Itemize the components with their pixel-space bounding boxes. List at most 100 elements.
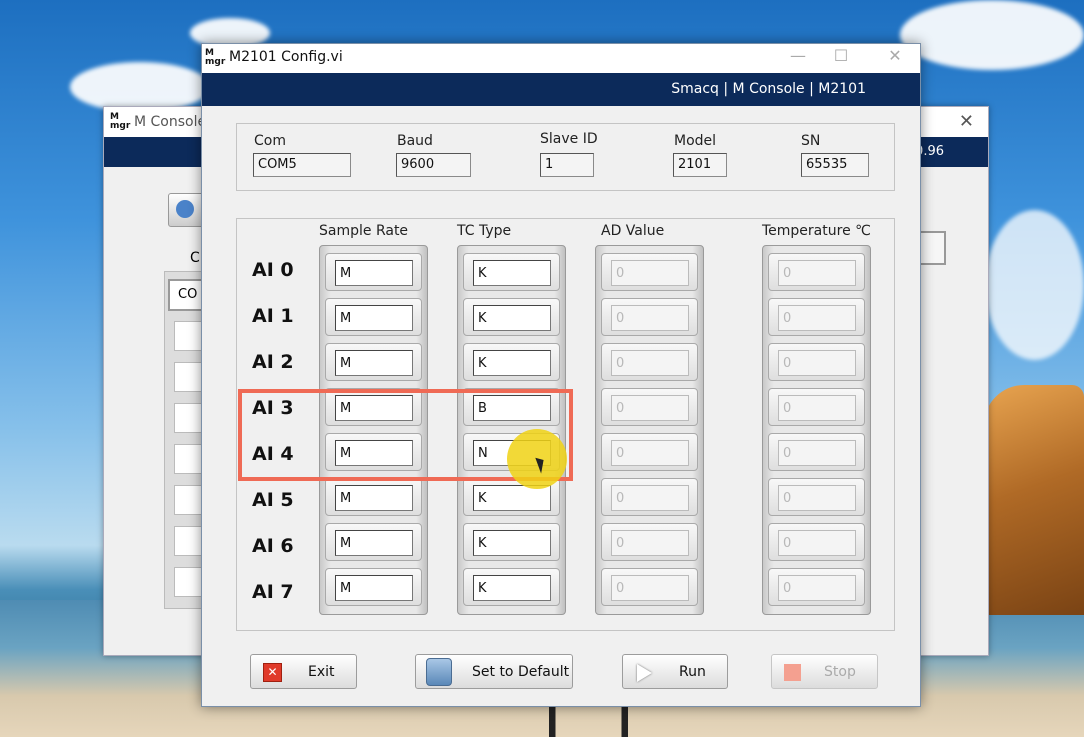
bg-window-title: M Console bbox=[134, 114, 207, 130]
tc-type-cell bbox=[463, 253, 560, 291]
bg-side-box[interactable] bbox=[918, 231, 946, 265]
bg-com-label: C bbox=[190, 250, 200, 266]
temperature-field[interactable] bbox=[778, 485, 856, 511]
ad-value-cell bbox=[601, 433, 698, 471]
app-logo-icon: Mmgr bbox=[110, 112, 131, 131]
model-field[interactable]: 2101 bbox=[673, 153, 727, 177]
tc-type-field[interactable] bbox=[473, 575, 551, 601]
sample-rate-cell bbox=[325, 478, 422, 516]
temperature-field[interactable] bbox=[778, 305, 856, 331]
ad-value-cell bbox=[601, 568, 698, 606]
stop-label: Stop bbox=[824, 664, 856, 680]
model-label: Model bbox=[674, 133, 717, 149]
ad-value-field[interactable] bbox=[611, 485, 689, 511]
sample-rate-header: Sample Rate bbox=[319, 223, 409, 239]
temperature-cell bbox=[768, 568, 865, 606]
temperature-cell bbox=[768, 298, 865, 336]
channel-label: AI 7 bbox=[252, 581, 294, 603]
temperature-field[interactable] bbox=[778, 530, 856, 556]
sample-rate-field[interactable] bbox=[335, 485, 413, 511]
run-icon bbox=[637, 664, 652, 682]
channel-label: AI 6 bbox=[252, 535, 294, 557]
minimize-icon[interactable]: — bbox=[783, 46, 813, 65]
sample-rate-field[interactable] bbox=[335, 575, 413, 601]
sample-rate-field[interactable] bbox=[335, 530, 413, 556]
cloud bbox=[70, 62, 210, 112]
sample-rate-cell bbox=[325, 343, 422, 381]
ad-value-panel bbox=[595, 245, 704, 615]
sample-rate-cell bbox=[325, 523, 422, 561]
sn-label: SN bbox=[801, 133, 821, 149]
exit-button[interactable]: ✕ Exit bbox=[250, 654, 357, 689]
ad-value-field[interactable] bbox=[611, 440, 689, 466]
title-bar[interactable]: Mmgr M2101 Config.vi — ☐ ✕ bbox=[202, 44, 920, 73]
baud-field[interactable]: 9600 bbox=[396, 153, 471, 177]
stop-button[interactable]: Stop bbox=[771, 654, 878, 689]
refresh-button[interactable] bbox=[168, 193, 204, 227]
sn-field[interactable]: 65535 bbox=[801, 153, 869, 177]
ad-value-cell bbox=[601, 478, 698, 516]
channel-label: AI 5 bbox=[252, 489, 294, 511]
ad-value-cell bbox=[601, 343, 698, 381]
slave-id-field[interactable]: 1 bbox=[540, 153, 594, 177]
temperature-cell bbox=[768, 343, 865, 381]
temperature-field[interactable] bbox=[778, 440, 856, 466]
tc-type-header: TC Type bbox=[457, 223, 512, 239]
sample-rate-field[interactable] bbox=[335, 260, 413, 286]
tc-type-field[interactable] bbox=[473, 530, 551, 556]
tc-type-cell bbox=[463, 343, 560, 381]
baud-label: Baud bbox=[397, 133, 433, 149]
maximize-icon[interactable]: ☐ bbox=[826, 46, 856, 65]
ad-value-header: AD Value bbox=[601, 223, 665, 239]
temperature-cell bbox=[768, 523, 865, 561]
com-label: Com bbox=[254, 133, 286, 149]
ad-value-field[interactable] bbox=[611, 395, 689, 421]
tc-type-field[interactable] bbox=[473, 305, 551, 331]
ad-value-cell bbox=[601, 523, 698, 561]
tc-type-field[interactable] bbox=[473, 260, 551, 286]
ad-value-field[interactable] bbox=[611, 260, 689, 286]
temperature-cell bbox=[768, 253, 865, 291]
exit-label: Exit bbox=[308, 664, 335, 680]
ad-value-cell bbox=[601, 298, 698, 336]
sample-rate-field[interactable] bbox=[335, 305, 413, 331]
config-window[interactable]: Mmgr M2101 Config.vi — ☐ ✕ Smacq | M Con… bbox=[201, 43, 921, 707]
set-to-default-label: Set to Default bbox=[472, 664, 570, 680]
com-field[interactable]: COM5 bbox=[253, 153, 351, 177]
tc-type-cell bbox=[463, 523, 560, 561]
temperature-cell bbox=[768, 433, 865, 471]
app-logo-icon: Mmgr bbox=[205, 48, 226, 67]
header-band-text: Smacq | M Console | M2101 bbox=[671, 81, 866, 97]
channel-label: AI 0 bbox=[252, 259, 294, 281]
cloud bbox=[900, 0, 1084, 70]
device-info-group: Com COM5 Baud 9600 Slave ID 1 Model 2101… bbox=[236, 123, 895, 191]
ad-value-field[interactable] bbox=[611, 305, 689, 331]
temperature-field[interactable] bbox=[778, 350, 856, 376]
bg-close-icon[interactable]: ✕ bbox=[959, 111, 974, 132]
tc-type-field[interactable] bbox=[473, 350, 551, 376]
temperature-field[interactable] bbox=[778, 575, 856, 601]
channel-label: AI 1 bbox=[252, 305, 294, 327]
temperature-field[interactable] bbox=[778, 395, 856, 421]
close-icon[interactable]: ✕ bbox=[880, 46, 910, 65]
header-band: Smacq | M Console | M2101 bbox=[202, 73, 920, 106]
rock-formation bbox=[984, 385, 1084, 615]
ad-value-cell bbox=[601, 388, 698, 426]
temperature-header: Temperature ℃ bbox=[762, 223, 871, 239]
set-to-default-button[interactable]: Set to Default bbox=[415, 654, 573, 689]
disk-icon bbox=[426, 658, 452, 686]
sample-rate-cell bbox=[325, 568, 422, 606]
sample-rate-cell bbox=[325, 298, 422, 336]
tc-type-cell bbox=[463, 298, 560, 336]
stop-icon bbox=[784, 664, 801, 681]
sample-rate-field[interactable] bbox=[335, 350, 413, 376]
temperature-cell bbox=[768, 478, 865, 516]
exit-icon: ✕ bbox=[263, 663, 282, 682]
temperature-cell bbox=[768, 388, 865, 426]
ad-value-field[interactable] bbox=[611, 530, 689, 556]
ad-value-field[interactable] bbox=[611, 350, 689, 376]
cloud bbox=[985, 210, 1084, 360]
temperature-field[interactable] bbox=[778, 260, 856, 286]
ad-value-field[interactable] bbox=[611, 575, 689, 601]
run-button[interactable]: Run bbox=[622, 654, 728, 689]
